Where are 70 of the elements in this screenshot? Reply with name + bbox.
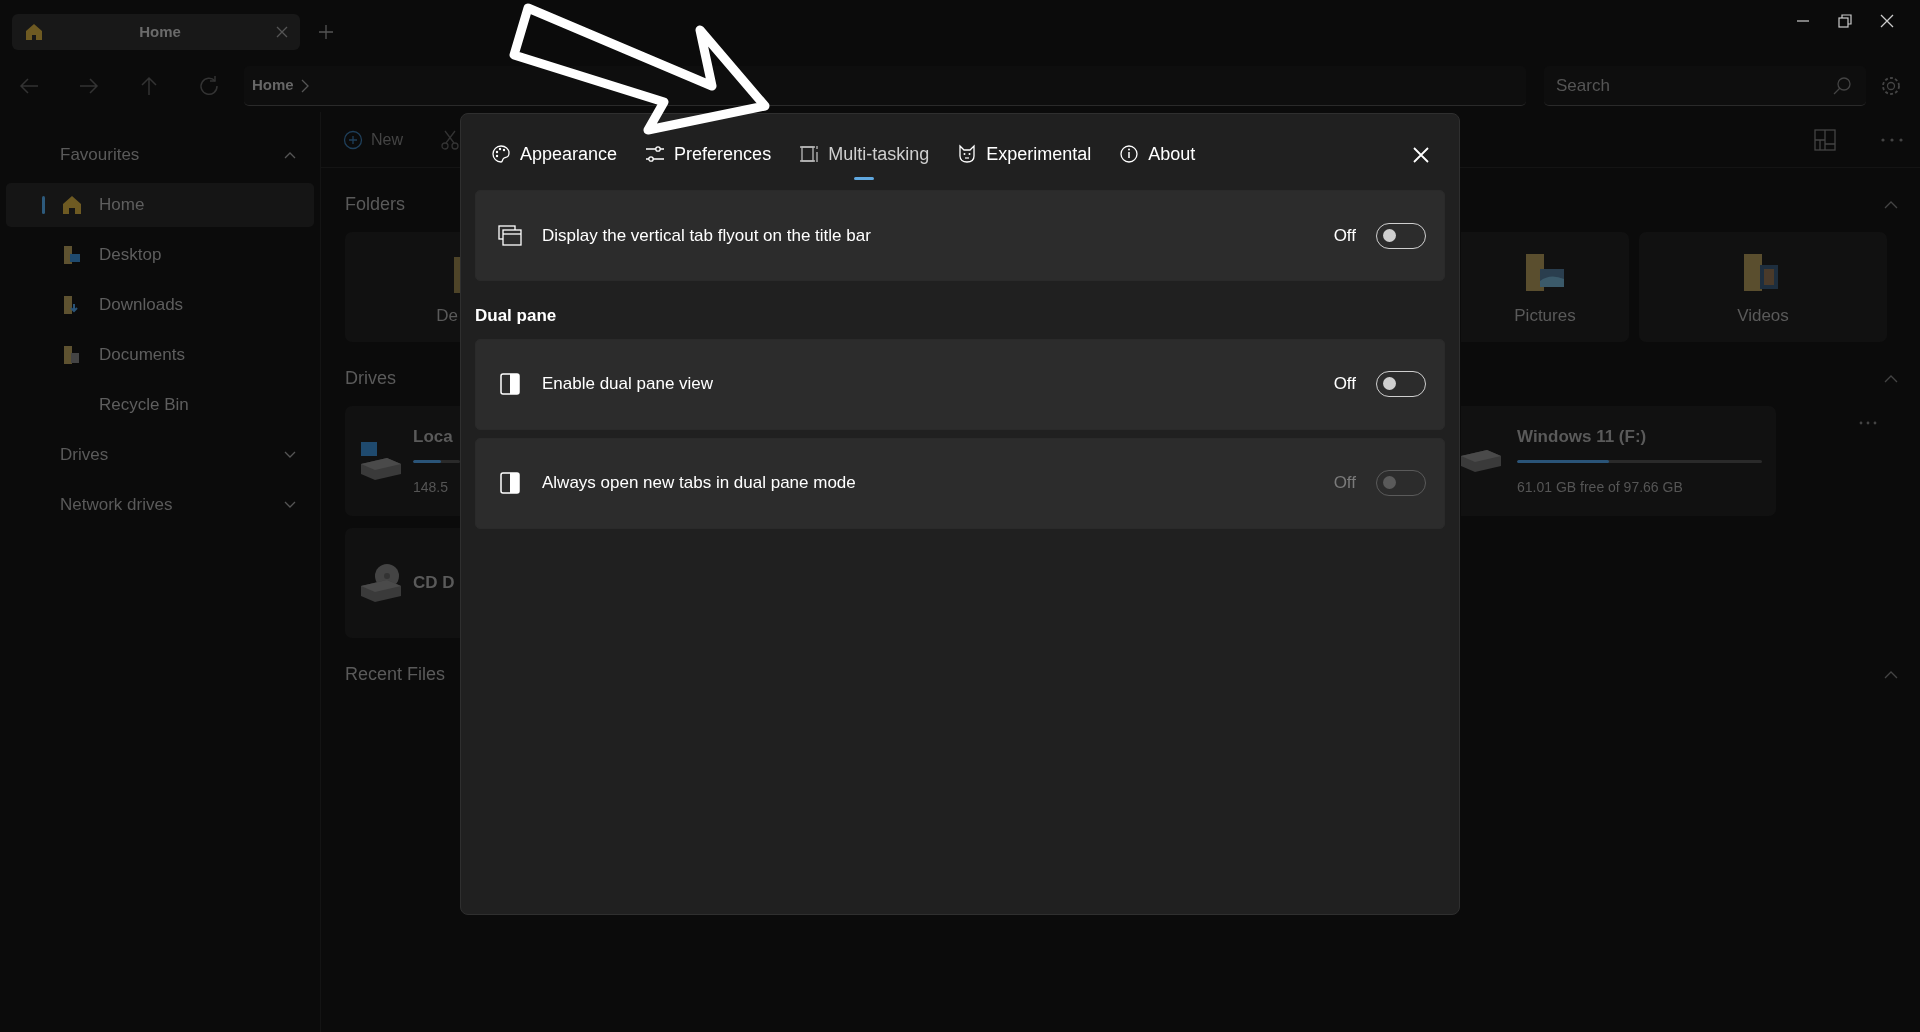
window-panes-icon bbox=[799, 144, 820, 164]
home-icon bbox=[61, 194, 83, 216]
setting-label: Always open new tabs in dual pane mode bbox=[542, 472, 857, 495]
layout-icon[interactable] bbox=[1814, 128, 1836, 151]
section-title: Recent Files bbox=[345, 662, 446, 686]
sidebar-section-header[interactable]: Favourites bbox=[6, 130, 314, 180]
restore-icon[interactable] bbox=[1838, 14, 1852, 28]
folder-card[interactable]: De bbox=[345, 232, 460, 342]
more-icon[interactable] bbox=[1880, 136, 1904, 143]
scissors-icon[interactable] bbox=[441, 129, 459, 150]
search-icon bbox=[1832, 76, 1852, 96]
toggle-state-text: Off bbox=[1333, 373, 1356, 396]
new-button[interactable]: New bbox=[337, 126, 409, 153]
folder-card[interactable]: Pictures bbox=[1461, 232, 1629, 342]
palette-icon bbox=[491, 144, 511, 164]
toggle-state-text: Off bbox=[1333, 224, 1356, 247]
sidebar-item[interactable]: Home bbox=[6, 183, 314, 227]
chevron-up-icon[interactable] bbox=[1884, 200, 1898, 209]
drive-space-text: 148.5 bbox=[413, 477, 450, 497]
section-title: Folders bbox=[345, 192, 406, 216]
chevron-down-icon bbox=[284, 501, 296, 509]
drive-name: CD D bbox=[413, 572, 456, 595]
chevron-down-icon bbox=[284, 451, 296, 459]
split-pane-icon bbox=[498, 472, 522, 494]
settings-tab[interactable]: Preferences bbox=[645, 126, 772, 182]
settings-tab[interactable]: About bbox=[1119, 126, 1196, 182]
sidebar-item[interactable]: Downloads bbox=[6, 283, 314, 327]
sidebar-item[interactable]: Desktop bbox=[6, 233, 314, 277]
chevron-up-icon[interactable] bbox=[1884, 670, 1898, 679]
breadcrumb-item[interactable]: Home bbox=[252, 74, 294, 97]
sidebar-item[interactable]: Documents bbox=[6, 333, 314, 377]
setting-label: Enable dual pane view bbox=[542, 373, 715, 396]
drive-name: Loca bbox=[413, 426, 454, 449]
add-tab-icon[interactable] bbox=[318, 24, 334, 40]
home-icon bbox=[24, 22, 44, 42]
split-pane-icon bbox=[498, 373, 522, 395]
folder-icon bbox=[61, 244, 83, 266]
folder-card[interactable]: Videos bbox=[1639, 232, 1887, 342]
group-heading: Dual pane bbox=[475, 305, 558, 327]
sidebar-section-header[interactable]: Network drives bbox=[6, 480, 314, 530]
chevron-up-icon[interactable] bbox=[1884, 374, 1898, 383]
info-icon bbox=[1119, 144, 1140, 164]
drive-card[interactable]: Loca 148.5 bbox=[345, 406, 460, 516]
folder-label: Pictures bbox=[1514, 304, 1576, 327]
chevron-right-icon bbox=[299, 78, 310, 93]
more-icon[interactable] bbox=[1858, 420, 1878, 426]
toggle-state-text: Off bbox=[1333, 472, 1356, 495]
refresh-icon[interactable] bbox=[198, 75, 220, 97]
drive-space-text: 61.01 GB free of 97.66 GB bbox=[1517, 477, 1684, 497]
section-title: Drives bbox=[345, 366, 396, 390]
settings-tab[interactable]: Multi-tasking bbox=[799, 126, 930, 182]
window-tab[interactable]: Home bbox=[12, 14, 300, 50]
drive-card[interactable]: CD D bbox=[345, 528, 460, 638]
settings-icon[interactable] bbox=[1880, 75, 1902, 97]
setting-label: Display the vertical tab flyout on the title bar bbox=[542, 224, 872, 247]
sliders-icon bbox=[645, 144, 666, 164]
stacked-windows-icon bbox=[498, 224, 522, 247]
chevron-up-icon bbox=[284, 151, 296, 159]
plus-circle-icon bbox=[343, 129, 363, 150]
settings-tab[interactable]: Appearance bbox=[491, 126, 618, 182]
sidebar-item[interactable]: Recycle Bin bbox=[6, 383, 314, 427]
drive-card[interactable]: Windows 11 (F:) 61.01 GB free of 97.66 GB bbox=[1461, 406, 1776, 516]
drive-name: Windows 11 (F:) bbox=[1517, 426, 1648, 449]
settings-tab[interactable]: Experimental bbox=[957, 126, 1092, 182]
folder-label: De bbox=[436, 304, 458, 327]
folder-label: Videos bbox=[1737, 304, 1789, 327]
sidebar-section-header[interactable]: Drives bbox=[6, 430, 314, 480]
cat-face-icon bbox=[957, 144, 978, 164]
folder-icon bbox=[454, 256, 460, 293]
close-icon bbox=[1413, 146, 1429, 163]
